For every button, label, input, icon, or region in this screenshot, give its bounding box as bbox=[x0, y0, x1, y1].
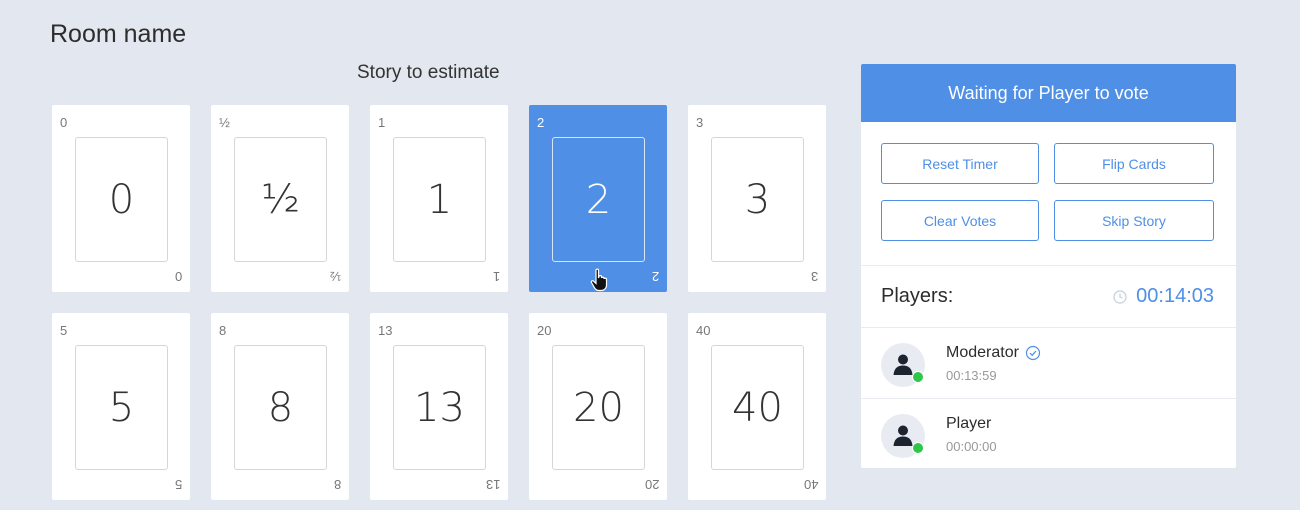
user-icon bbox=[893, 354, 913, 375]
card-0[interactable]: 0 0 0 bbox=[52, 105, 190, 292]
card-corner-bottom: 13 bbox=[485, 477, 500, 492]
card-5[interactable]: 5 5 5 bbox=[52, 313, 190, 500]
card-20[interactable]: 20 20 20 bbox=[529, 313, 667, 500]
card-8[interactable]: 8 8 8 bbox=[211, 313, 349, 500]
card-corner-top: 20 bbox=[537, 323, 552, 338]
card-corner-top: 40 bbox=[696, 323, 711, 338]
player-name-text: Moderator bbox=[946, 344, 1019, 361]
verified-check-icon bbox=[1025, 345, 1041, 361]
player-row: Player 00:00:00 bbox=[861, 399, 1236, 469]
card-corner-bottom: 20 bbox=[644, 477, 659, 492]
session-timer: 00:14:03 bbox=[1113, 285, 1214, 308]
player-row: Moderator 00:13:59 bbox=[861, 328, 1236, 398]
player-name-text: Player bbox=[946, 415, 992, 432]
avatar bbox=[881, 414, 925, 458]
online-status-dot bbox=[912, 442, 924, 454]
card-corner-bottom: 1 bbox=[492, 269, 500, 284]
card-corner-bottom: 0 bbox=[174, 269, 182, 284]
card-value: 1 bbox=[393, 137, 486, 262]
voting-panel: Waiting for Player to vote Reset Timer F… bbox=[861, 64, 1236, 468]
card-half[interactable]: ½ ½ ½ bbox=[211, 105, 349, 292]
user-icon bbox=[893, 425, 913, 446]
card-value: 2 bbox=[552, 137, 645, 262]
clear-votes-button[interactable]: Clear Votes bbox=[881, 200, 1039, 241]
player-name: Player bbox=[946, 415, 991, 433]
reset-timer-button[interactable]: Reset Timer bbox=[881, 143, 1039, 184]
online-status-dot bbox=[912, 371, 924, 383]
player-name: Moderator bbox=[946, 344, 1041, 362]
card-corner-top: 2 bbox=[537, 115, 545, 130]
card-corner-bottom: ½ bbox=[330, 269, 341, 284]
card-value: 0 bbox=[75, 137, 168, 262]
card-value: ½ bbox=[234, 137, 327, 262]
card-2-selected[interactable]: 2 2 2 bbox=[529, 105, 667, 292]
card-corner-bottom: 2 bbox=[651, 269, 659, 284]
skip-story-button[interactable]: Skip Story bbox=[1054, 200, 1214, 241]
card-corner-top: ½ bbox=[219, 115, 230, 130]
card-1[interactable]: 1 1 1 bbox=[370, 105, 508, 292]
divider bbox=[861, 265, 1236, 266]
player-time: 00:00:00 bbox=[946, 439, 997, 454]
card-corner-top: 5 bbox=[60, 323, 68, 338]
avatar bbox=[881, 343, 925, 387]
player-time: 00:13:59 bbox=[946, 368, 997, 383]
card-40[interactable]: 40 40 40 bbox=[688, 313, 826, 500]
timer-value: 00:14:03 bbox=[1136, 285, 1214, 307]
card-corner-top: 3 bbox=[696, 115, 704, 130]
moderator-controls: Reset Timer Flip Cards Clear Votes Skip … bbox=[881, 143, 1214, 241]
card-value: 8 bbox=[234, 345, 327, 470]
card-corner-top: 1 bbox=[378, 115, 386, 130]
vote-status-banner: Waiting for Player to vote bbox=[861, 64, 1236, 122]
card-corner-bottom: 40 bbox=[803, 477, 818, 492]
card-value: 40 bbox=[711, 345, 804, 470]
hand-cursor-icon bbox=[590, 268, 608, 292]
card-value: 20 bbox=[552, 345, 645, 470]
card-value: 13 bbox=[393, 345, 486, 470]
flip-cards-button[interactable]: Flip Cards bbox=[1054, 143, 1214, 184]
card-value: 5 bbox=[75, 345, 168, 470]
card-corner-bottom: 5 bbox=[174, 477, 182, 492]
card-13[interactable]: 13 13 13 bbox=[370, 313, 508, 500]
card-value: 3 bbox=[711, 137, 804, 262]
card-corner-bottom: 3 bbox=[810, 269, 818, 284]
card-corner-top: 0 bbox=[60, 115, 68, 130]
room-title: Room name bbox=[50, 20, 187, 48]
card-3[interactable]: 3 3 3 bbox=[688, 105, 826, 292]
card-deck: 0 0 0 ½ ½ ½ 1 1 1 2 2 2 3 3 3 5 5 5 8 8 … bbox=[52, 105, 828, 500]
clock-icon bbox=[1113, 289, 1127, 304]
card-corner-top: 8 bbox=[219, 323, 227, 338]
players-label: Players: bbox=[881, 285, 954, 307]
card-corner-bottom: 8 bbox=[333, 477, 341, 492]
card-corner-top: 13 bbox=[378, 323, 393, 338]
story-title: Story to estimate bbox=[357, 62, 500, 83]
